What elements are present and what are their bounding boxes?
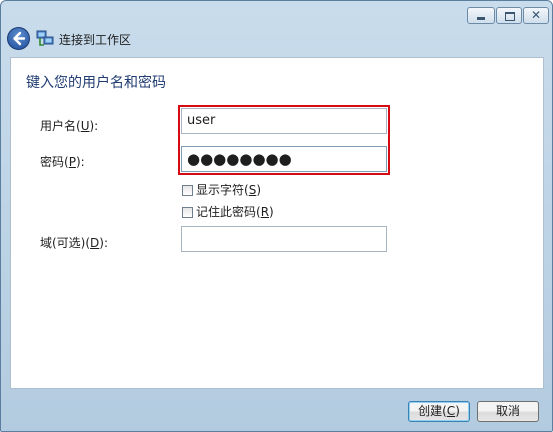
create-button[interactable]: 创建(C) (408, 401, 470, 422)
title-bar: ✕ 连接到工作区 (1, 1, 552, 57)
password-label: 密码(P): (40, 155, 85, 169)
domain-input[interactable] (181, 226, 387, 252)
close-button[interactable]: ✕ (523, 7, 549, 24)
close-icon: ✕ (530, 8, 542, 22)
checkbox-box[interactable] (182, 207, 193, 218)
remember-password-checkbox[interactable]: 记住此密码(R) (182, 203, 274, 220)
cancel-button[interactable]: 取消 (477, 401, 539, 422)
page-heading: 键入您的用户名和密码 (26, 75, 166, 91)
footer-bar: 创建(C) 取消 (1, 388, 552, 431)
password-input[interactable]: ●●●●●●●● (181, 146, 387, 172)
minimize-button[interactable] (467, 7, 495, 24)
checkbox-box[interactable] (182, 185, 193, 196)
back-arrow-icon (13, 31, 26, 46)
domain-label: 域(可选)(D): (40, 236, 109, 250)
maximize-button[interactable] (496, 7, 522, 24)
show-characters-checkbox[interactable]: 显示字符(S) (182, 181, 261, 198)
back-button[interactable] (7, 27, 30, 50)
content-panel: 键入您的用户名和密码 用户名(U): user 密码(P): ●●●●●●●● … (10, 57, 544, 389)
network-icon (36, 30, 54, 46)
maximize-icon (505, 12, 515, 21)
username-input[interactable]: user (181, 108, 387, 134)
dialog-window: ✕ 连接到工作区 键入您的用户名和密码 用户名(U): user 密码(P): … (0, 0, 553, 432)
minimize-icon (477, 17, 485, 20)
username-label: 用户名(U): (40, 119, 99, 133)
window-title: 连接到工作区 (59, 33, 132, 47)
